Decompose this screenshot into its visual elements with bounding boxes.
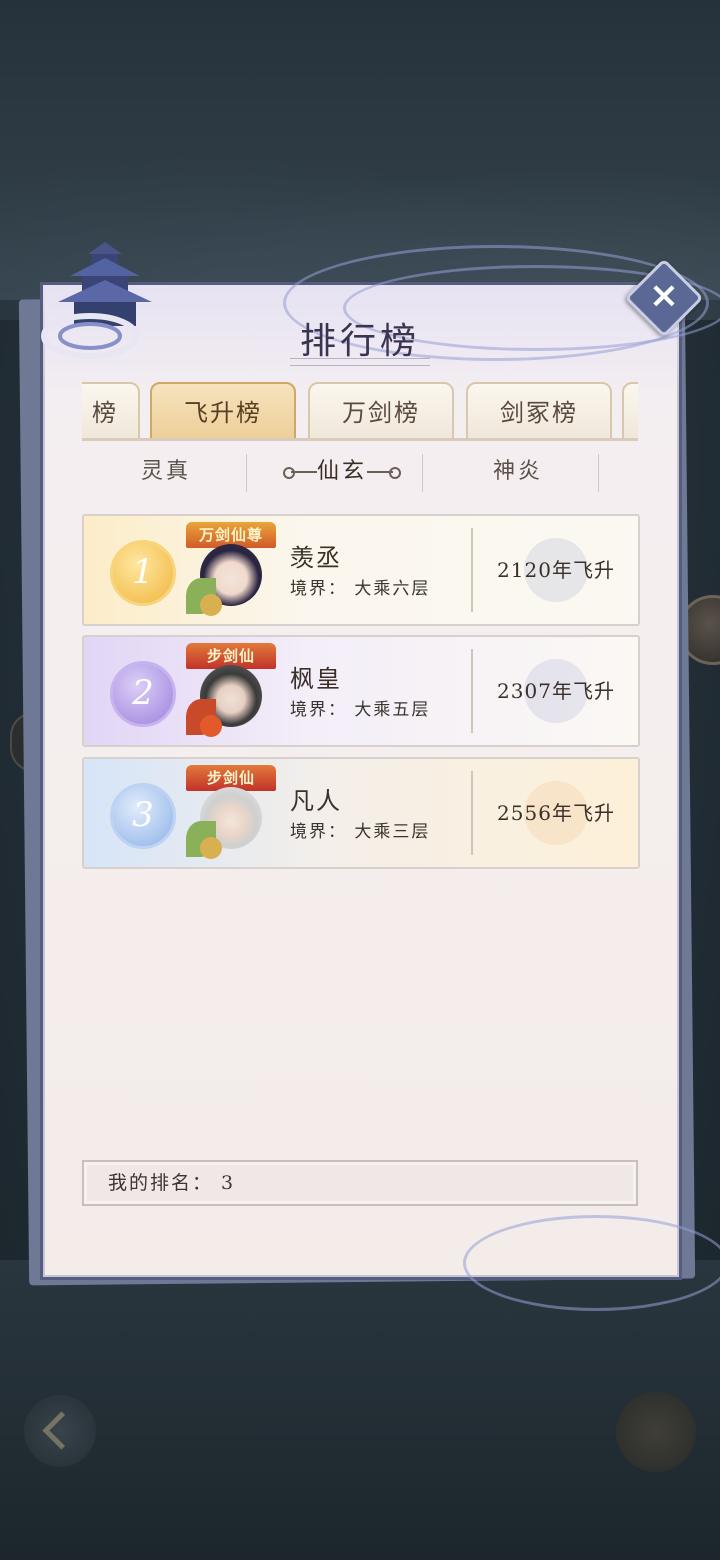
page-title: 排行榜	[299, 321, 420, 362]
player-avatar[interactable]: 万剑仙尊	[186, 522, 276, 618]
subtab-label: 仙玄	[316, 459, 367, 484]
my-rank-text: 我的排名： 3	[108, 1172, 236, 1194]
subtab-divider	[246, 454, 247, 492]
player-realm: 境界： 大乘五层	[290, 700, 431, 720]
subtab-ornament-left	[282, 467, 317, 479]
rank-medal-gold: 1	[110, 540, 176, 606]
tab-sword-tomb[interactable]: 剑冢榜	[466, 382, 612, 440]
ranking-row[interactable]: 3 步剑仙 凡人 境界： 大乘三层 2556年飞升	[82, 757, 640, 869]
ranking-row[interactable]: 1 万剑仙尊 羡丞 境界： 大乘六层 2120年飞升	[82, 514, 640, 626]
flame-icon	[200, 715, 222, 737]
player-name: 羡丞	[290, 544, 342, 572]
player-avatar[interactable]: 步剑仙	[186, 765, 276, 861]
subtab-divider	[598, 454, 599, 492]
title-underline-decoration	[290, 358, 430, 366]
tab-underline	[82, 438, 638, 441]
tab-sword[interactable]: 万剑榜	[308, 382, 454, 440]
ascension-year: 2120年飞升	[497, 558, 615, 582]
leaderboard-tabs: 榜 飞升榜 万剑榜 剑冢榜	[82, 382, 638, 440]
subtab-label: 神炎	[492, 459, 543, 484]
tab-ascension[interactable]: 飞升榜	[150, 382, 296, 440]
subtab-ornament-right	[367, 467, 401, 479]
tab-partial-right[interactable]	[622, 382, 638, 440]
player-name: 凡人	[290, 787, 342, 815]
tab-label: 榜	[92, 399, 118, 427]
player-realm: 境界： 大乘三层	[290, 822, 431, 842]
my-rank-bar: 我的排名： 3	[82, 1160, 638, 1206]
subtab-lingzhen[interactable]: 灵真	[86, 452, 246, 492]
player-realm: 境界： 大乘六层	[290, 579, 431, 599]
rank-medal-purple: 2	[110, 661, 176, 727]
back-button[interactable]	[24, 1395, 96, 1467]
tab-partial[interactable]: 榜	[82, 382, 140, 440]
tab-label: 剑冢榜	[500, 399, 578, 427]
gourd-icon	[200, 594, 222, 616]
subtab-xianxuan[interactable]: 仙玄	[262, 452, 422, 492]
close-icon[interactable]: ×	[636, 270, 692, 326]
player-avatar[interactable]: 步剑仙	[186, 643, 276, 739]
row-divider	[471, 649, 473, 733]
tab-label: 飞升榜	[184, 399, 262, 427]
subtab-shenyan[interactable]: 神炎	[438, 452, 598, 492]
ascension-year: 2556年飞升	[497, 801, 615, 825]
rank-medal-blue: 3	[110, 783, 176, 849]
row-divider	[471, 528, 473, 612]
chevron-left-icon	[42, 1411, 81, 1450]
subtab-divider	[422, 454, 423, 492]
row-divider	[471, 771, 473, 855]
bag-button[interactable]	[616, 1392, 696, 1472]
cloud-wave-decoration	[463, 1215, 720, 1311]
tab-label: 万剑榜	[342, 399, 420, 427]
gourd-icon	[200, 837, 222, 859]
player-name: 枫皇	[290, 665, 342, 693]
subtab-label: 灵真	[140, 459, 191, 484]
realm-subtabs: 灵真 仙玄 神炎	[82, 452, 638, 492]
ranking-row[interactable]: 2 步剑仙 枫皇 境界： 大乘五层 2307年飞升	[82, 635, 640, 747]
ascension-year: 2307年飞升	[497, 679, 615, 703]
